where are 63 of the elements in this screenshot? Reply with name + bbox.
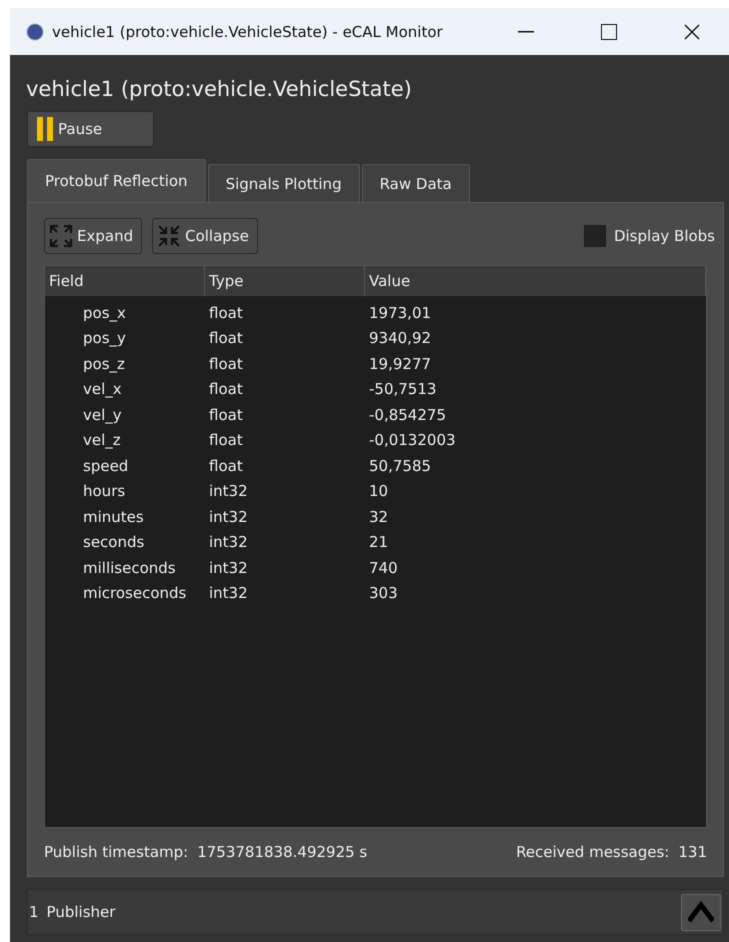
field-cell-text: pos_z: [82, 354, 126, 373]
window-title: vehicle1 (proto:vehicle.VehicleState) - eCAL Monitor: [52, 22, 444, 40]
type-cell-text: float: [208, 406, 244, 424]
collapse-icon: [157, 224, 182, 248]
timestamp-value: 1753781838.492925 s: [197, 843, 368, 861]
value-cell-text: 303: [368, 584, 399, 602]
type-cell-text: float: [208, 456, 244, 475]
value-cell-text: 10: [368, 482, 390, 500]
expand-publishers-button[interactable]: [681, 894, 721, 930]
value-cell-text: 19,9277: [368, 354, 432, 373]
field-cell-text: microseconds: [82, 584, 188, 602]
column-header[interactable]: Field: [45, 266, 205, 296]
topic-heading: vehicle1 (proto:vehicle.VehicleState): [26, 77, 413, 101]
timestamp-label: Publish timestamp:: [44, 843, 188, 861]
field-cell-text: milliseconds: [82, 558, 177, 577]
field-cell-text: seconds: [82, 533, 146, 552]
column-header[interactable]: Value: [365, 266, 706, 296]
received-count: 131: [678, 843, 707, 861]
type-cell-text: float: [208, 304, 244, 322]
close-icon: [684, 24, 700, 40]
pause-button[interactable]: Pause: [27, 111, 154, 147]
collapse-button[interactable]: Collapse: [152, 218, 258, 254]
app-icon: [26, 22, 44, 40]
caret-up-icon: [688, 901, 714, 923]
field-cell-text: vel_y: [82, 406, 123, 424]
type-cell-text: float: [208, 380, 244, 398]
type-cell-text: int32: [208, 508, 249, 526]
display-blobs-checkbox[interactable]: Display Blobs: [584, 225, 715, 247]
value-cell-text: 1973,01: [368, 304, 432, 322]
tab[interactable]: Signals Plotting: [208, 164, 360, 202]
type-cell-text: int32: [208, 584, 249, 602]
field-cell-text: pos_x: [82, 304, 127, 322]
field-cell-text: vel_x: [82, 380, 123, 398]
value-cell-text: -0,0132003: [368, 431, 457, 450]
expand-button[interactable]: Expand: [44, 218, 142, 254]
expand-icon: [49, 224, 73, 248]
field-cell-text: vel_z: [82, 431, 122, 450]
type-cell-text: float: [208, 431, 244, 450]
pause-icon: [36, 117, 54, 141]
value-cell-text: 50,7585: [368, 456, 432, 475]
publisher-label: Publisher: [46, 903, 116, 921]
type-cell-text: int32: [208, 482, 249, 500]
value-cell-text: -50,7513: [368, 380, 438, 398]
field-cell-text: hours: [82, 482, 126, 500]
maximize-icon: [600, 24, 616, 40]
type-cell-text: float: [208, 354, 244, 373]
field-cell-text: pos_y: [82, 329, 127, 348]
value-cell-text: 21: [368, 533, 390, 552]
field-cell-text: speed: [82, 456, 130, 475]
column-header[interactable]: Type: [205, 266, 365, 296]
tab[interactable]: Protobuf Reflection: [27, 159, 206, 202]
publisher-count: 1: [29, 903, 39, 921]
value-cell-text: 9340,92: [368, 329, 432, 348]
value-cell-text: -0,854275: [368, 406, 447, 424]
value-cell-text: 32: [368, 508, 390, 526]
type-cell-text: float: [208, 329, 244, 348]
received-label: Received messages:: [516, 843, 670, 861]
type-cell-text: int32: [208, 558, 249, 577]
type-cell-text: int32: [208, 533, 249, 552]
field-cell-text: minutes: [82, 508, 145, 526]
value-cell-text: 740: [368, 558, 399, 577]
minimize-icon: [518, 30, 534, 32]
tab[interactable]: Raw Data: [362, 164, 470, 202]
